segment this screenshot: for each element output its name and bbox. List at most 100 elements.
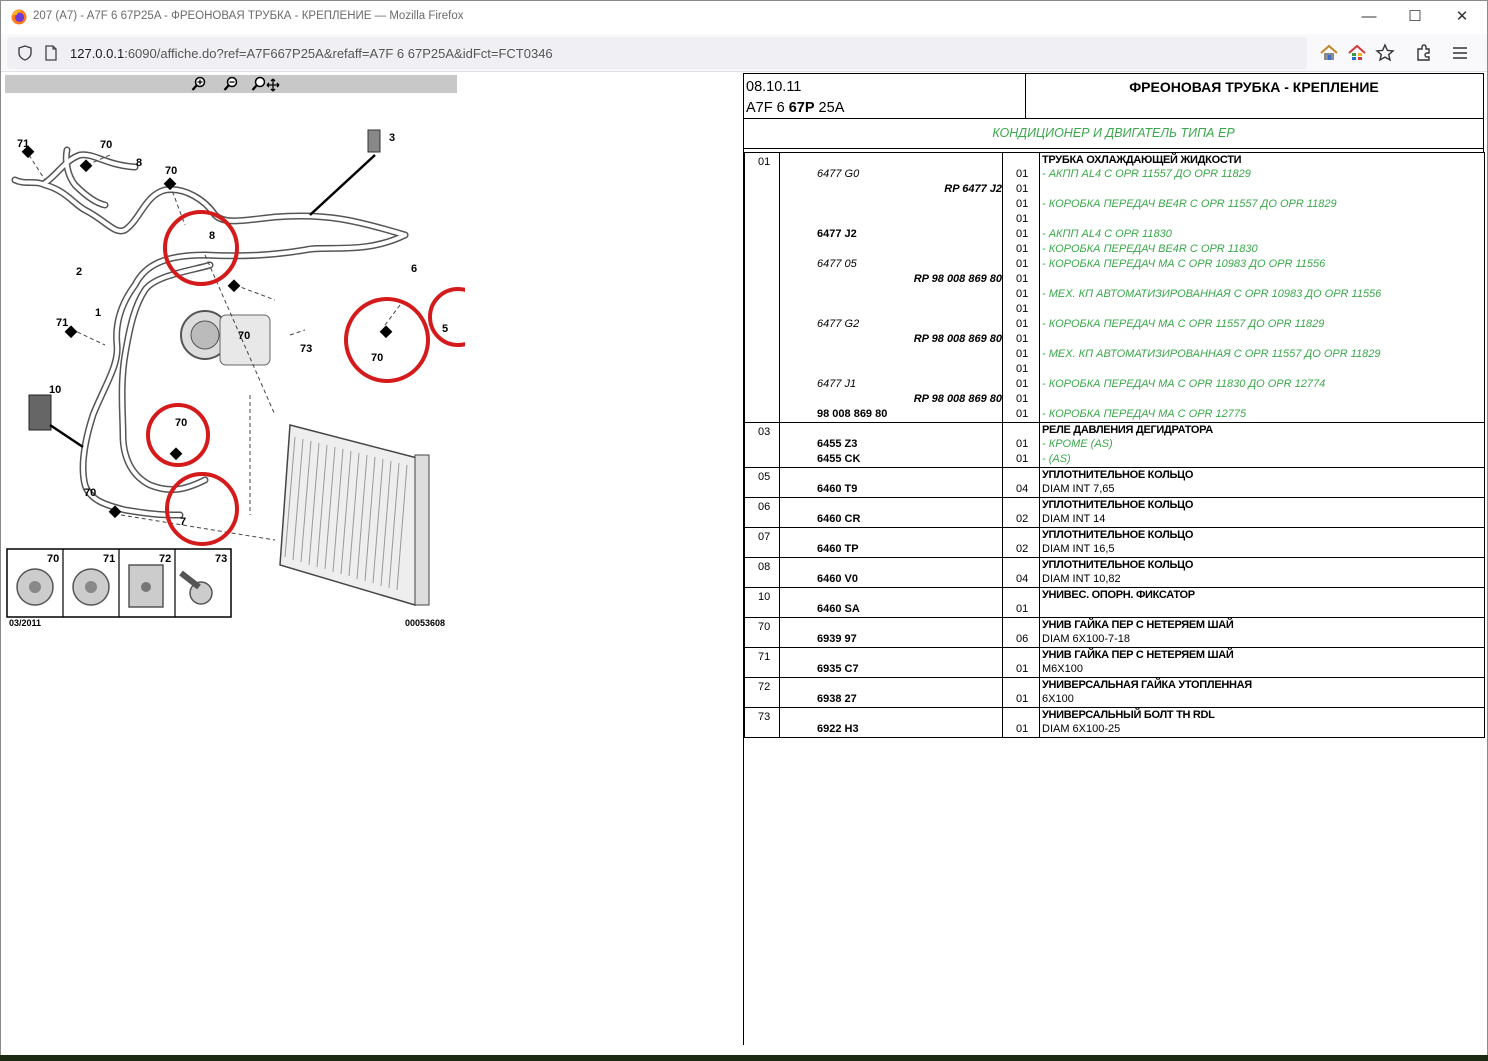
part-reference xyxy=(780,362,1002,377)
address-bar[interactable]: 127.0.0.1:6090/affiche.do?ref=A7F667P25A… xyxy=(7,37,1307,69)
catalog-date: 08.10.11 xyxy=(746,79,802,95)
close-button[interactable]: ✕ xyxy=(1439,5,1485,29)
reference-cell: 6460 T9 xyxy=(779,467,1003,498)
part-reference xyxy=(780,468,1002,482)
table-row[interactable]: 07 6460 TP 02 УПЛОТНИТЕЛЬНОЕ КОЛЬЦО DIAM INT… xyxy=(744,527,1485,558)
part-reference xyxy=(780,347,1002,362)
label-70c[interactable]: 70 xyxy=(238,330,250,342)
label-10[interactable]: 10 xyxy=(49,384,61,396)
description-cell: УПЛОТНИТЕЛЬНОЕ КОЛЬЦО DIAM INT 7,65 xyxy=(1039,467,1485,498)
part-description: DIAM 6X100-7-18 xyxy=(1042,633,1131,645)
label-73[interactable]: 73 xyxy=(300,343,312,355)
label-5a[interactable]: 5 xyxy=(442,323,448,335)
label-70d[interactable]: 70 xyxy=(371,352,383,364)
bookmark-star-icon[interactable] xyxy=(1375,43,1395,63)
minimize-button[interactable]: — xyxy=(1346,5,1392,29)
table-row[interactable]: 06 6460 CR 02 УПЛОТНИТЕЛЬНОЕ КОЛЬЦО DIAM INT… xyxy=(744,497,1485,528)
part-quantity: 01 xyxy=(1016,453,1029,465)
extensions-icon[interactable] xyxy=(1414,43,1434,63)
part-quantity: 01 xyxy=(1016,183,1029,195)
label-70e[interactable]: 70 xyxy=(175,417,187,429)
label-71b[interactable]: 71 xyxy=(56,317,68,329)
part-reference[interactable]: 98 008 869 80 xyxy=(780,407,1002,422)
part-reference[interactable]: 6460 SA xyxy=(780,602,1002,617)
part-reference xyxy=(780,287,1002,302)
part-description: - КОРОБКА ПЕРЕДАЧ МА С ОРR 10983 ДО ОРR … xyxy=(1042,258,1326,270)
table-row[interactable]: 05 6460 T9 04 УПЛОТНИТЕЛЬНОЕ КОЛЬЦО DIAM INT… xyxy=(744,467,1485,498)
part-reference[interactable]: RP 98 008 869 80 xyxy=(780,392,1002,407)
description-cell: УНИВ ГАЙКА ПЕР С НЕТЕРЯЕМ ШАЙ M6X100 xyxy=(1039,647,1485,678)
apps-home-icon[interactable] xyxy=(1347,43,1367,63)
part-reference[interactable]: 6477 J1 xyxy=(780,377,1002,392)
part-quantity: 01 xyxy=(1016,228,1029,240)
part-description: - АКПП AL4 С ОРR 11557 ДО ОРR 11829 xyxy=(1042,168,1251,180)
table-row[interactable]: 01 6477 G0 RP 6477 J2 6477 J2 6477 05 RP 98 0… xyxy=(744,152,1485,423)
zoom-in-icon[interactable] xyxy=(191,76,207,92)
page-icon[interactable] xyxy=(43,45,59,61)
part-description xyxy=(1040,272,1484,287)
label-2[interactable]: 2 xyxy=(76,266,82,278)
part-reference[interactable]: 6922 H3 xyxy=(780,722,1002,737)
label-7[interactable]: 7 xyxy=(180,516,186,528)
part-reference[interactable]: 6938 27 xyxy=(780,692,1002,707)
table-row[interactable]: 70 6939 97 06 УНИВ ГАЙКА ПЕР С НЕТЕРЯЕМ ШАЙ… xyxy=(744,617,1485,648)
table-row[interactable]: 72 6938 27 01 УНИВЕРСАЛЬНАЯ ГАЙКА УТОПЛЕННА… xyxy=(744,677,1485,708)
description-cell: УПЛОТНИТЕЛЬНОЕ КОЛЬЦО DIAM INT 10,82 xyxy=(1039,557,1485,588)
label-70a[interactable]: 70 xyxy=(100,139,112,151)
part-description: УПЛОТНИТЕЛЬНОЕ КОЛЬЦО xyxy=(1042,499,1194,511)
part-reference[interactable]: 6460 T9 xyxy=(780,482,1002,497)
label-70f[interactable]: 70 xyxy=(84,487,96,499)
table-row[interactable]: 08 6460 V0 04 УПЛОТНИТЕЛЬНОЕ КОЛЬЦО DIAM INT… xyxy=(744,557,1485,588)
part-reference[interactable]: 6477 J2 xyxy=(780,227,1002,242)
part-quantity: 01 xyxy=(1016,273,1029,285)
part-description: ТРУБКА ОХЛАЖДАЮЩЕЙ ЖИДКОСТИ xyxy=(1042,154,1242,166)
menu-icon[interactable] xyxy=(1450,43,1470,63)
part-reference[interactable]: 6460 TP xyxy=(780,542,1002,557)
label-8a[interactable]: 8 xyxy=(136,157,142,169)
part-reference[interactable]: RP 98 008 869 80 xyxy=(780,332,1002,347)
label-3[interactable]: 3 xyxy=(389,132,395,144)
table-row[interactable]: 73 6922 H3 01 УНИВЕРСАЛЬНЫЙ БОЛТ TH RDL DIAM… xyxy=(744,707,1485,738)
home-icon[interactable] xyxy=(1319,43,1339,63)
part-description: УНИВЕС. ОПОРН. ФИКСАТОР xyxy=(1042,589,1195,601)
part-reference[interactable]: 6455 Z3 xyxy=(780,437,1002,452)
part-reference xyxy=(780,678,1002,692)
part-quantity xyxy=(1003,153,1039,167)
url-text[interactable]: 127.0.0.1:6090/affiche.do?ref=A7F667P25A… xyxy=(70,46,553,61)
label-71a[interactable]: 71 xyxy=(17,138,29,150)
zoom-pan-icon[interactable] xyxy=(251,76,281,92)
shield-icon[interactable] xyxy=(17,45,33,61)
table-row[interactable]: 10 6460 SA 01 УНИВЕС. ОПОРН. ФИКСАТОР xyxy=(744,587,1485,618)
table-row[interactable]: 03 6455 Z3 6455 CK 01 01 РЕЛЕ ДАВЛЕНИЯ ДЕГИДР… xyxy=(744,422,1485,468)
part-reference[interactable]: 6477 G2 xyxy=(780,317,1002,332)
label-6[interactable]: 6 xyxy=(411,263,417,275)
part-description: DIAM INT 14 xyxy=(1042,513,1106,525)
maximize-button[interactable]: ☐ xyxy=(1392,5,1438,29)
part-description: 6X100 xyxy=(1042,693,1074,705)
part-reference[interactable]: RP 98 008 869 80 xyxy=(780,272,1002,287)
condenser-part xyxy=(279,424,430,606)
part-reference[interactable]: 6939 97 xyxy=(780,632,1002,647)
part-quantity: 01 xyxy=(1016,258,1029,270)
label-70b[interactable]: 70 xyxy=(165,165,177,177)
position-cell: 08 xyxy=(744,557,780,588)
part-reference[interactable]: 6460 CR xyxy=(780,512,1002,527)
position-cell: 01 xyxy=(744,152,780,423)
part-reference[interactable]: 6477 G0 xyxy=(780,167,1002,182)
part-reference[interactable]: 6935 C7 xyxy=(780,662,1002,677)
part-quantity: 01 xyxy=(1016,243,1029,255)
ref-prefix: A7F 6 xyxy=(746,100,789,116)
part-reference[interactable]: 6455 CK xyxy=(780,452,1002,467)
label-1[interactable]: 1 xyxy=(95,307,101,319)
navigation-bar: 127.0.0.1:6090/affiche.do?ref=A7F667P25A… xyxy=(1,34,1487,72)
label-8b[interactable]: 8 xyxy=(209,230,215,242)
part-reference[interactable]: 6460 V0 xyxy=(780,572,1002,587)
description-cell: РЕЛЕ ДАВЛЕНИЯ ДЕГИДРАТОРА - КРОМЕ (AS) - (… xyxy=(1039,422,1485,468)
part-reference[interactable]: 6477 05 xyxy=(780,257,1002,272)
part-quantity: 02 xyxy=(1016,513,1029,525)
part-description xyxy=(1040,182,1484,197)
zoom-out-icon[interactable] xyxy=(223,76,239,92)
part-reference[interactable]: RP 6477 J2 xyxy=(780,182,1002,197)
zoom-toolbar xyxy=(5,75,457,93)
table-row[interactable]: 71 6935 C7 01 УНИВ ГАЙКА ПЕР С НЕТЕРЯЕМ ШАЙ… xyxy=(744,647,1485,678)
